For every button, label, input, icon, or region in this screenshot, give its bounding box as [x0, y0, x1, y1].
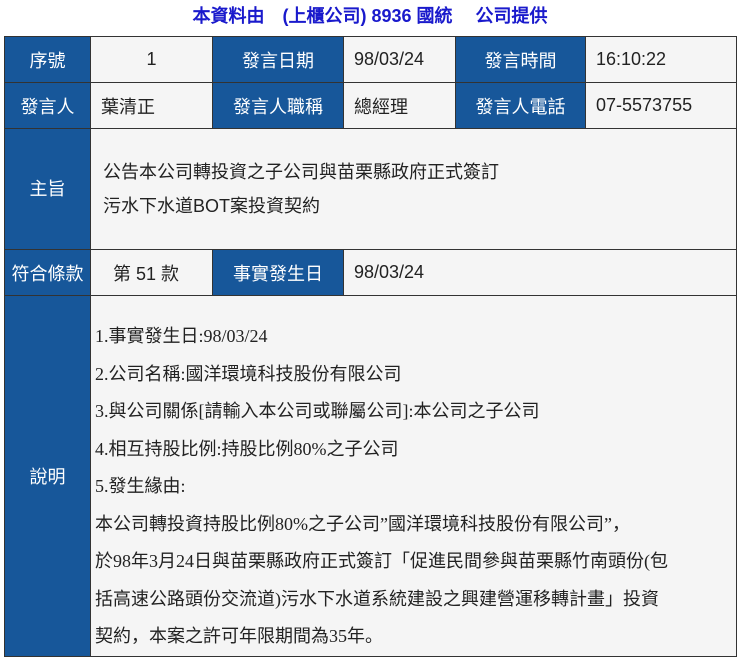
clause-value: 第 51 款 — [90, 249, 213, 296]
description-line: 5.發生緣由: — [95, 476, 186, 496]
speaker-title-label: 發言人職稱 — [212, 82, 344, 129]
time-value: 16:10:22 — [585, 36, 737, 83]
description-line: 1.事實發生日:98/03/24 — [95, 326, 268, 346]
subject-line: 公告本公司轉投資之子公司與苗栗縣政府正式簽訂 — [103, 162, 499, 182]
description-line: 3.與公司關係[請輸入本公司或聯屬公司]:本公司之子公司 — [95, 401, 540, 421]
description-value: 1.事實發生日:98/03/24 2.公司名稱:國洋環境科技股份有限公司 3.與… — [90, 295, 737, 657]
description-label: 說明 — [4, 295, 91, 657]
description-line: 2.公司名稱:國洋環境科技股份有限公司 — [95, 363, 402, 384]
description-line: 本公司轉投資持股比例80%之子公司”國洋環境科技股份有限公司”， — [95, 513, 630, 534]
clause-label: 符合條款 — [4, 249, 91, 296]
time-label: 發言時間 — [455, 36, 586, 83]
speaker-title-value: 總經理 — [343, 82, 456, 129]
fact-date-label: 事實發生日 — [212, 249, 344, 296]
description-line: 於98年3月24日與苗栗縣政府正式簽訂「促進民間參與苗栗縣竹南頭份(包 — [95, 551, 668, 571]
phone-label: 發言人電話 — [455, 82, 586, 129]
description-line: 契約，本案之許可年限期間為35年。 — [95, 626, 383, 646]
description-line: 4.相互持股比例:持股比例80%之子公司 — [95, 438, 399, 459]
description-line: 括高速公路頭份交流道)污水下水道系統建設之興建營運移轉計畫」投資 — [95, 588, 659, 609]
speaker-label: 發言人 — [4, 82, 91, 129]
page-title: 本資料由 (上櫃公司) 8936 國統 公司提供 — [192, 6, 548, 26]
subject-value: 公告本公司轉投資之子公司與苗栗縣政府正式簽訂 污水下水道BOT案投資契約 — [90, 128, 737, 250]
subject-line: 污水下水道BOT案投資契約 — [103, 196, 321, 216]
date-label: 發言日期 — [212, 36, 344, 83]
phone-value: 07-5573755 — [585, 82, 737, 129]
announcement-table: 序號 1 發言日期 98/03/24 發言時間 16:10:22 發言人 葉清正… — [4, 36, 737, 657]
fact-date-value: 98/03/24 — [343, 249, 737, 296]
date-value: 98/03/24 — [343, 36, 456, 83]
speaker-value: 葉清正 — [90, 82, 213, 129]
subject-label: 主旨 — [4, 128, 91, 250]
seq-value: 1 — [90, 36, 213, 83]
seq-label: 序號 — [4, 36, 91, 83]
